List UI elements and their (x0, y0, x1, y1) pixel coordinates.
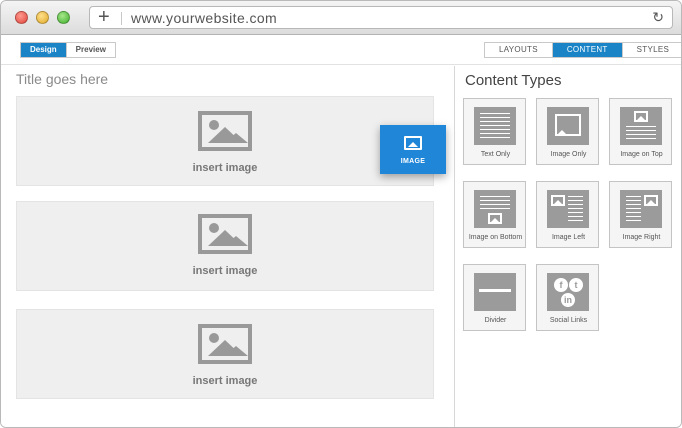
content-type-label: Social Links (549, 317, 588, 324)
image-on-top-icon (620, 107, 662, 145)
minimize-window-button[interactable] (36, 11, 49, 24)
content-type-label: Image on Bottom (468, 234, 523, 241)
dragging-image-block[interactable]: IMAGE (380, 125, 446, 174)
image-placeholder-icon (198, 111, 252, 151)
content-type-image-left[interactable]: Image Left (536, 181, 599, 248)
image-icon (404, 136, 422, 150)
twitter-icon: t (569, 278, 583, 292)
tab-content[interactable]: CONTENT (551, 43, 622, 57)
image-block-3[interactable]: insert image (16, 309, 434, 399)
insert-image-label: insert image (192, 375, 258, 387)
address-separator (121, 12, 122, 25)
social-links-icon: f t in (547, 273, 589, 311)
maximize-window-button[interactable] (57, 11, 70, 24)
address-bar[interactable]: + www.yourwebsite.com ↻ (89, 6, 673, 29)
content-type-label: Image Right (622, 234, 661, 241)
content-type-label: Text Only (480, 151, 511, 158)
content-type-label: Image Only (550, 151, 587, 158)
close-window-button[interactable] (15, 11, 28, 24)
panel-tabs: LAYOUTS CONTENT STYLES (484, 42, 681, 58)
image-placeholder-icon (198, 324, 252, 364)
text-only-icon (474, 107, 516, 145)
content-type-text-only[interactable]: Text Only (463, 98, 526, 165)
image-block-2[interactable]: insert image (16, 201, 434, 291)
tab-preview[interactable]: Preview (65, 43, 115, 57)
drag-item-label: IMAGE (400, 158, 426, 165)
panel-title: Content Types (465, 72, 562, 89)
content-type-image-right[interactable]: Image Right (609, 181, 672, 248)
facebook-icon: f (554, 278, 568, 292)
tab-styles[interactable]: STYLES (621, 43, 681, 57)
image-left-icon (547, 190, 589, 228)
image-block-1[interactable]: insert image (16, 96, 434, 186)
tab-design[interactable]: Design (21, 43, 66, 57)
browser-window: + www.yourwebsite.com ↻ Design Preview L… (0, 0, 682, 428)
browser-chrome: + www.yourwebsite.com ↻ (1, 1, 681, 35)
mode-toggle: Design Preview (20, 42, 116, 58)
image-placeholder-icon (198, 214, 252, 254)
image-right-icon (620, 190, 662, 228)
content-type-social-links[interactable]: f t in Social Links (536, 264, 599, 331)
divider-icon (474, 273, 516, 311)
insert-image-label: insert image (192, 162, 258, 174)
image-only-icon (547, 107, 589, 145)
content-type-label: Image Left (551, 234, 586, 241)
tab-layouts[interactable]: LAYOUTS (485, 43, 552, 57)
page-title[interactable]: Title goes here (16, 71, 108, 87)
new-tab-icon[interactable]: + (98, 7, 110, 28)
url-text[interactable]: www.yourwebsite.com (131, 10, 277, 26)
content-type-label: Image on Top (620, 151, 663, 158)
insert-image-label: insert image (192, 265, 258, 277)
content-type-label: Divider (484, 317, 507, 324)
linkedin-icon: in (561, 293, 575, 307)
reload-icon[interactable]: ↻ (652, 9, 664, 26)
content-type-image-on-top[interactable]: Image on Top (609, 98, 672, 165)
image-on-bottom-icon (474, 190, 516, 228)
content-type-image-only[interactable]: Image Only (536, 98, 599, 165)
content-type-divider[interactable]: Divider (463, 264, 526, 331)
content-type-image-on-bottom[interactable]: Image on Bottom (463, 181, 526, 248)
